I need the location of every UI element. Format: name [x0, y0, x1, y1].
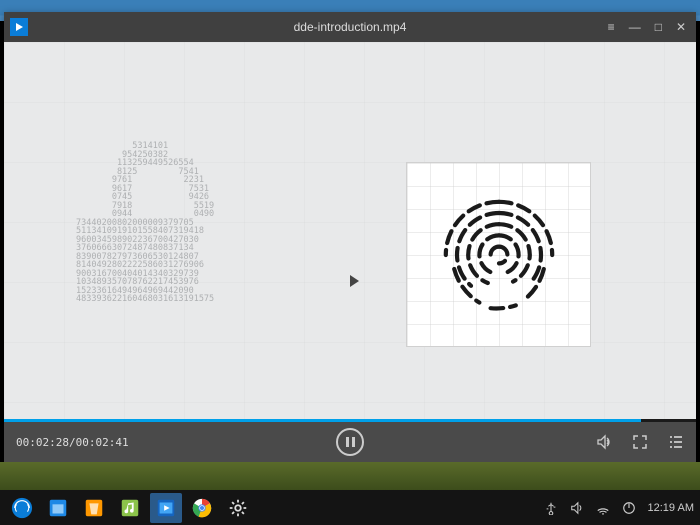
video-canvas[interactable]: 5314101 954250382 113259449526554 8125 7…	[4, 42, 696, 419]
maximize-icon[interactable]: □	[655, 20, 662, 34]
movie-player-button[interactable]	[150, 493, 182, 523]
ascii-lock-graphic: 5314101 954250382 113259449526554 8125 7…	[76, 142, 214, 304]
launcher-button[interactable]	[6, 493, 38, 523]
browser-button[interactable]	[186, 493, 218, 523]
close-icon[interactable]: ✕	[676, 20, 686, 34]
time-display: 00:02:28/00:02:41	[16, 436, 129, 449]
arrow-icon	[350, 275, 359, 287]
power-tray-icon[interactable]	[622, 501, 636, 515]
total-time: 00:02:41	[76, 436, 129, 449]
playlist-icon[interactable]	[668, 434, 684, 450]
fingerprint-graphic	[406, 162, 591, 347]
titlebar: dde-introduction.mp4 ≡ — □ ✕	[4, 12, 696, 42]
volume-icon[interactable]	[596, 434, 612, 450]
app-icon	[10, 18, 28, 36]
settings-button[interactable]	[222, 493, 254, 523]
pause-icon	[346, 437, 355, 447]
usb-tray-icon[interactable]	[544, 501, 558, 515]
desktop-wallpaper	[0, 462, 700, 492]
app-store-button[interactable]	[78, 493, 110, 523]
network-tray-icon[interactable]	[596, 501, 610, 515]
sound-tray-icon[interactable]	[570, 501, 584, 515]
window-title: dde-introduction.mp4	[294, 20, 407, 34]
movie-player-window: dde-introduction.mp4 ≡ — □ ✕ 5314101 954…	[4, 12, 696, 462]
pause-button[interactable]	[336, 428, 364, 456]
menu-icon[interactable]: ≡	[608, 20, 615, 34]
taskbar: 12:19 AM	[0, 490, 700, 525]
music-button[interactable]	[114, 493, 146, 523]
clock[interactable]: 12:19 AM	[648, 502, 694, 514]
fullscreen-icon[interactable]	[632, 434, 648, 450]
file-manager-button[interactable]	[42, 493, 74, 523]
player-controls: 00:02:28/00:02:41	[4, 422, 696, 462]
minimize-icon[interactable]: —	[629, 20, 641, 34]
current-time: 00:02:28	[16, 436, 69, 449]
